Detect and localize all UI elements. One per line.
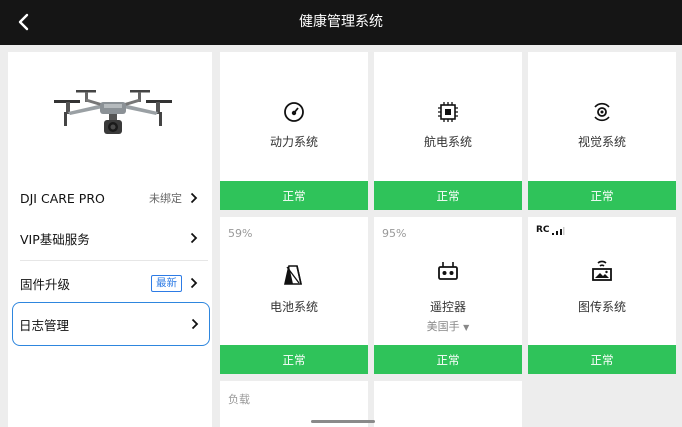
remote-controller-icon (436, 259, 460, 283)
status-bar: 正常 (220, 345, 368, 374)
card-battery-system[interactable]: 59% 电池系统 正常 (220, 217, 368, 374)
chevron-right-icon (190, 192, 200, 204)
battery-icon (282, 263, 306, 287)
stick-mode-value: 美国手 (426, 320, 460, 333)
payload-label: 负载 (228, 393, 250, 406)
menu-item-label: DJI CARE PRO (20, 190, 105, 206)
menu-item-firmware-update[interactable]: 固件升级 最新 (14, 263, 208, 303)
menu-item-log-management[interactable]: 日志管理 (12, 302, 210, 346)
page-title: 健康管理系统 (299, 14, 383, 30)
latest-badge: 最新 (151, 274, 182, 292)
controller-percent: 95% (382, 227, 407, 240)
chevron-right-icon (190, 277, 200, 289)
card-vision-system[interactable]: 视觉系统 正常 (528, 52, 676, 210)
rc-label: RC (536, 225, 550, 235)
card-avionics-system[interactable]: 航电系统 正常 (374, 52, 522, 210)
system-name: 电池系统 (269, 300, 318, 314)
status-bar: 正常 (528, 345, 676, 374)
status-bar: 正常 (220, 181, 368, 210)
drone-image (48, 86, 178, 148)
menu-item-label: 固件升级 (20, 276, 71, 292)
system-name: 航电系统 (423, 135, 472, 149)
binding-status: 未绑定 (149, 192, 182, 205)
system-name: 动力系统 (269, 135, 318, 149)
avionics-chip-icon (436, 100, 460, 124)
system-name: 遥控器 (429, 300, 466, 314)
card-remote-controller[interactable]: 95% 遥控器 美国手 ▼ 正常 (374, 217, 522, 374)
status-bar: 正常 (374, 181, 522, 210)
card-empty (374, 381, 522, 427)
menu-item-vip-service[interactable]: VIP基础服务 (14, 218, 208, 258)
divider (20, 260, 208, 261)
chevron-right-icon (191, 318, 201, 330)
status-bar: 正常 (528, 181, 676, 210)
vision-sensor-icon (590, 100, 614, 124)
menu-item-dji-care-pro[interactable]: DJI CARE PRO 未绑定 (14, 178, 208, 218)
stick-mode-select[interactable]: 美国手 ▼ (374, 318, 522, 334)
card-image-transmission[interactable]: RC 图传系统 正常 (528, 217, 676, 374)
menu-item-label: 日志管理 (19, 317, 70, 333)
signal-bars-icon (551, 227, 565, 235)
home-indicator (311, 420, 375, 423)
system-name: 图传系统 (577, 300, 626, 314)
top-bar: 健康管理系统 (0, 0, 682, 45)
battery-percent: 59% (228, 227, 253, 240)
rc-signal-indicator: RC (536, 225, 565, 235)
image-transmission-icon (590, 259, 614, 283)
card-propulsion-system[interactable]: 动力系统 正常 (220, 52, 368, 210)
dropdown-arrow-icon: ▼ (463, 323, 470, 332)
menu-item-label: VIP基础服务 (20, 231, 90, 247)
propulsion-icon (282, 100, 306, 124)
status-bar: 正常 (374, 345, 522, 374)
device-panel: DJI CARE PRO 未绑定 VIP基础服务 固件升级 最新 日志管理 (8, 52, 212, 427)
chevron-right-icon (190, 232, 200, 244)
system-name: 视觉系统 (577, 135, 626, 149)
